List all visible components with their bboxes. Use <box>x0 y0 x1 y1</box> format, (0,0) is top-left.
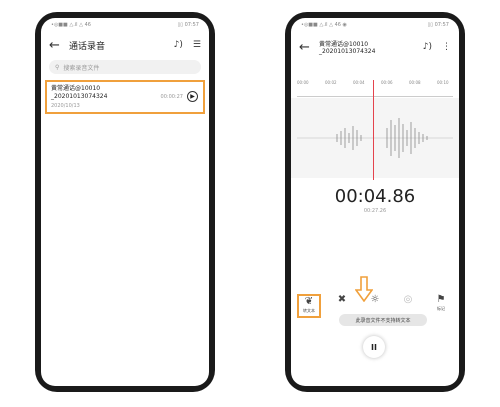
recording-item[interactable]: 黄常通话@10010 _20201013074324 2020/10/13 00… <box>45 80 205 114</box>
search-input[interactable]: ⚲ 搜索录音文件 <box>49 60 201 74</box>
more-icon[interactable]: ⋮ <box>442 42 451 52</box>
header: ← 通话录音 ♪) ☰ <box>49 34 201 56</box>
speed-icon: ☼ <box>370 294 380 305</box>
header-icons: ♪) ⋮ <box>423 42 451 52</box>
recording-date: 2020/10/13 <box>51 103 80 109</box>
waveform-area[interactable] <box>291 98 459 178</box>
speaker-icon[interactable]: ♪) <box>174 40 183 50</box>
title-line-1: 黄常通话@10010 <box>319 41 369 48</box>
settings-icon: ◎ <box>403 294 413 305</box>
back-arrow-icon[interactable]: ← <box>49 38 63 53</box>
recording-name-1: 黄常通话@10010 <box>51 85 101 92</box>
play-icon[interactable]: ▶ <box>187 91 198 102</box>
status-right: ▯▯ 07:57 <box>177 22 199 28</box>
playhead[interactable] <box>373 80 374 180</box>
speaker-icon[interactable]: ♪) <box>423 42 432 52</box>
tick-label: 00:08 <box>409 80 421 85</box>
transcribe-icon: ❦ <box>304 296 314 307</box>
back-arrow-icon[interactable]: ← <box>299 40 313 55</box>
transcribe-button[interactable]: ❦ 转文本 <box>297 294 321 318</box>
search-icon: ⚲ <box>55 63 60 71</box>
header-icons: ♪) ☰ <box>174 40 201 50</box>
right-phone: •◎■■ △.il △ 46 ◉ ▯▯ 07:57 ← 黄常通话@10010 _… <box>285 12 465 392</box>
bookmark-label: 标记 <box>437 306 445 311</box>
status-bar: •◎■■ △.il △ 46 ◉ ▯▯ 07:57 <box>291 22 459 32</box>
status-left: •◎■■ △.il △ 46 ◉ <box>301 22 347 28</box>
timeline-ruler: 00:00 00:02 00:04 00:06 00:08 00:10 <box>297 80 453 97</box>
left-phone: •◎■■ △.il △ 46 ▯▯ 07:57 ← 通话录音 ♪) ☰ ⚲ 搜索… <box>35 12 215 392</box>
search-placeholder: 搜索录音文件 <box>63 64 100 72</box>
recording-title: 黄常通话@10010 _20201013074324 <box>319 39 375 55</box>
left-screen: •◎■■ △.il △ 46 ▯▯ 07:57 ← 通话录音 ♪) ☰ ⚲ 搜索… <box>41 18 209 386</box>
tick-label: 00:04 <box>353 80 365 85</box>
title-line-2: _20201013074324 <box>319 48 376 55</box>
current-time: 00:04.86 <box>334 186 416 207</box>
status-left: •◎■■ △.il △ 46 <box>51 22 91 28</box>
pause-button[interactable]: II <box>363 336 385 358</box>
menu-icon[interactable]: ☰ <box>193 40 201 50</box>
page-title: 通话录音 <box>69 41 106 52</box>
recording-duration: 00:00:27 <box>160 94 183 100</box>
status-bar: •◎■■ △.il △ 46 ▯▯ 07:57 <box>41 22 209 32</box>
waveform <box>297 118 453 158</box>
tick-label: 00:10 <box>437 80 449 85</box>
scissors-icon: ✖ <box>337 294 347 305</box>
right-screen: •◎■■ △.il △ 46 ◉ ▯▯ 07:57 ← 黄常通话@10010 _… <box>291 18 459 386</box>
transcribe-label: 转文本 <box>303 308 315 313</box>
total-time: 00:27.26 <box>363 208 387 214</box>
tick-label: 00:00 <box>297 80 309 85</box>
tick-label: 00:06 <box>381 80 393 85</box>
status-right: ▯▯ 07:57 <box>427 22 449 28</box>
tick-label: 00:02 <box>325 80 337 85</box>
header: ← 黄常通话@10010 _20201013074324 ♪) ⋮ <box>299 36 451 58</box>
bookmark-icon: ⚑ <box>436 294 446 305</box>
toast-message: 此录音文件不支持转文本 <box>339 314 427 326</box>
bookmark-button[interactable]: ⚑ 标记 <box>429 294 453 318</box>
